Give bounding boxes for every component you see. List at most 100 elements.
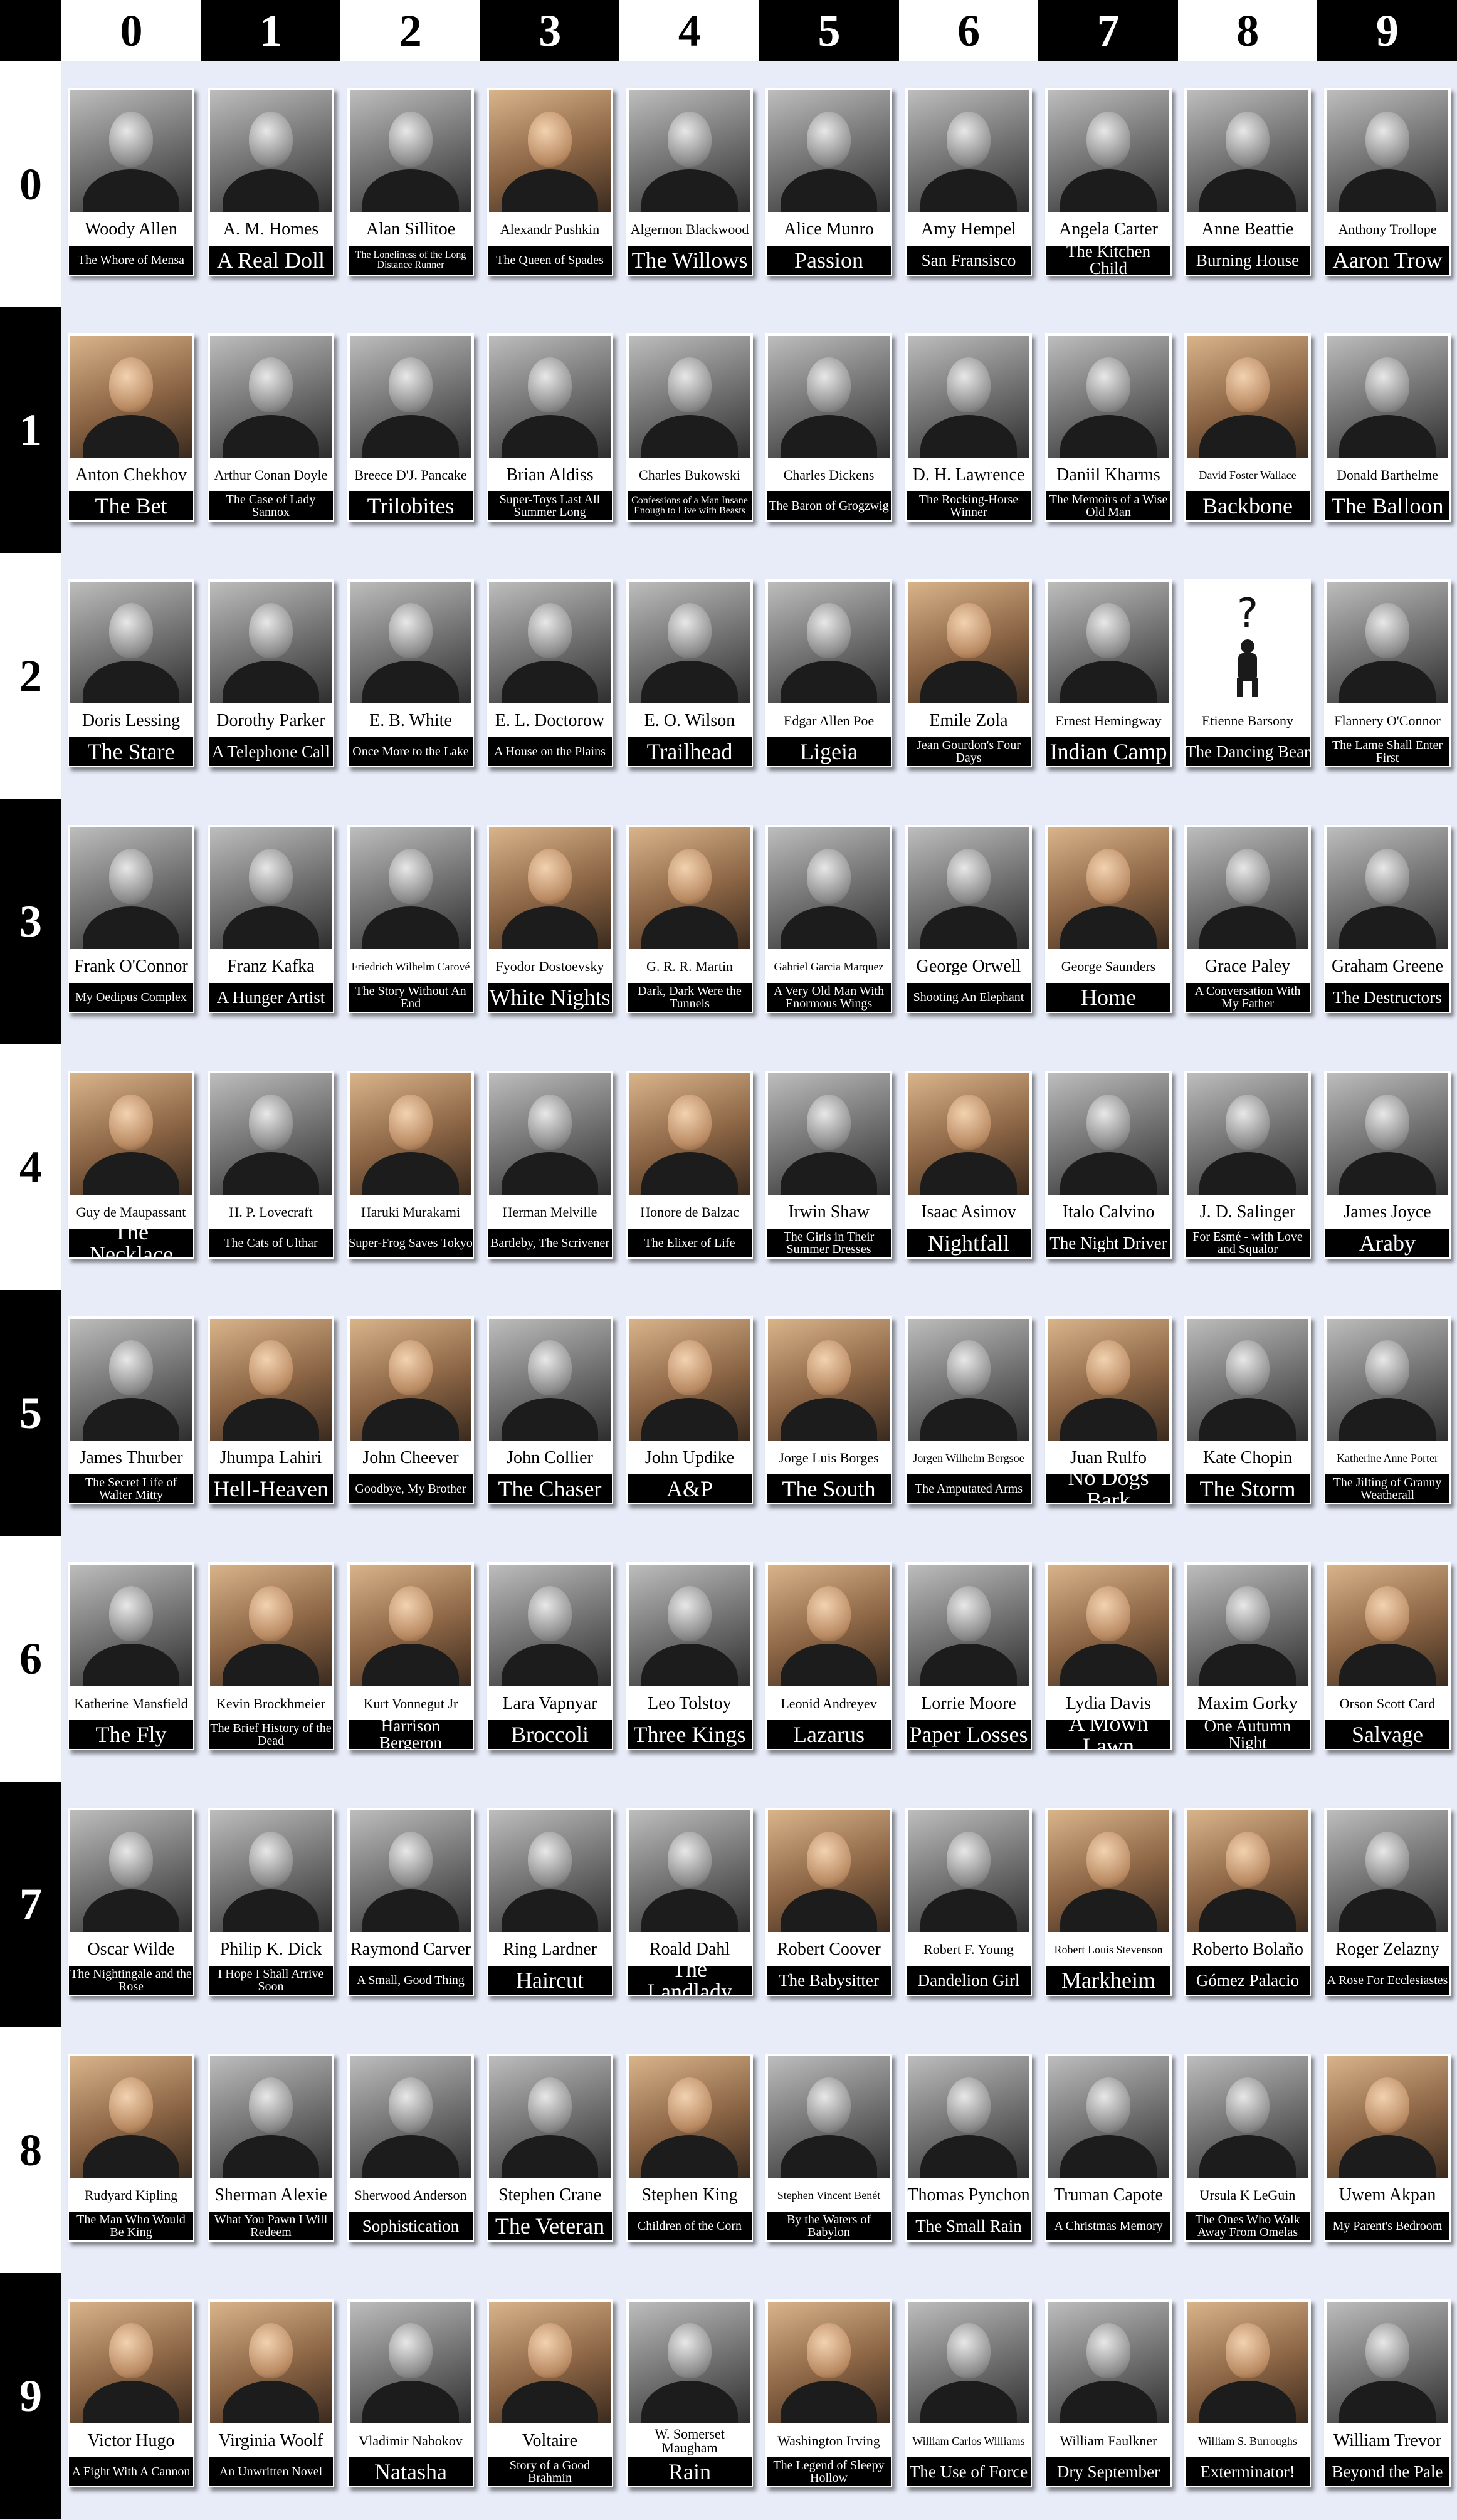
author-card[interactable]: Jhumpa Lahiri Hell-Heaven xyxy=(208,1316,334,1504)
author-card[interactable]: Angela Carter The Kitchen Child xyxy=(1045,88,1172,276)
author-card[interactable]: Isaac Asimov Nightfall xyxy=(905,1071,1032,1259)
author-card[interactable]: Stephen Vincent Benét By the Waters of Ba… xyxy=(765,2054,892,2242)
author-card[interactable]: A. M. Homes A Real Doll xyxy=(208,88,334,276)
author-card[interactable]: Dorothy Parker A Telephone Call xyxy=(208,579,334,767)
author-card[interactable]: Frank O'Connor My Oedipus Complex xyxy=(68,825,194,1013)
author-card[interactable]: George Saunders Home xyxy=(1045,825,1172,1013)
author-card[interactable]: Woody Allen The Whore of Mensa xyxy=(68,88,194,276)
author-card[interactable]: Breece D'J. Pancake Trilobites xyxy=(347,333,474,522)
author-card[interactable]: Charles Dickens The Baron of Grogzwig xyxy=(765,333,892,522)
author-card[interactable]: Truman Capote A Christmas Memory xyxy=(1045,2054,1172,2242)
author-card[interactable]: James Thurber The Secret Life of Walter M… xyxy=(68,1316,194,1504)
author-card[interactable]: H. P. Lovecraft The Cats of Ulthar xyxy=(208,1071,334,1259)
author-card[interactable]: D. H. Lawrence The Rocking-Horse Winner xyxy=(905,333,1032,522)
author-card[interactable]: William Trevor Beyond the Pale xyxy=(1324,2299,1451,2487)
author-card[interactable]: Robert F. Young Dandelion Girl xyxy=(905,1808,1032,1996)
author-card[interactable]: Kevin Brockhmeier The Brief History of th… xyxy=(208,1562,334,1750)
author-card[interactable]: Kurt Vonnegut Jr Harrison Bergeron xyxy=(347,1562,474,1750)
author-card[interactable]: Victor Hugo A Fight With A Cannon xyxy=(68,2299,194,2487)
author-card[interactable]: Irwin Shaw The Girls in Their Summer Dres… xyxy=(765,1071,892,1259)
author-card[interactable]: Juan Rulfo No Dogs Bark xyxy=(1045,1316,1172,1504)
author-card[interactable]: Alexandr Pushkin The Queen of Spades xyxy=(487,88,613,276)
author-card[interactable]: Italo Calvino The Night Driver xyxy=(1045,1071,1172,1259)
author-card[interactable]: Katherine Anne Porter The Jilting of Gran… xyxy=(1324,1316,1451,1504)
author-card[interactable]: Katherine Mansfield The Fly xyxy=(68,1562,194,1750)
author-card[interactable]: Rudyard Kipling The Man Who Would Be King xyxy=(68,2054,194,2242)
author-card[interactable]: Algernon Blackwood The Willows xyxy=(626,88,753,276)
author-card[interactable]: Flannery O'Connor The Lame Shall Enter Fi… xyxy=(1324,579,1451,767)
author-card[interactable]: Uwem Akpan My Parent's Bedroom xyxy=(1324,2054,1451,2242)
author-card[interactable]: Guy de Maupassant The Necklace xyxy=(68,1071,194,1259)
author-card[interactable]: David Foster Wallace Backbone xyxy=(1184,333,1311,522)
author-card[interactable]: Lara Vapnyar Broccoli xyxy=(487,1562,613,1750)
author-card[interactable]: Orson Scott Card Salvage xyxy=(1324,1562,1451,1750)
author-card[interactable]: George Orwell Shooting An Elephant xyxy=(905,825,1032,1013)
author-card[interactable]: Thomas Pynchon The Small Rain xyxy=(905,2054,1032,2242)
author-card[interactable]: Stephen Crane The Veteran xyxy=(487,2054,613,2242)
author-card[interactable]: E. B. White Once More to the Lake xyxy=(347,579,474,767)
author-card[interactable]: Emile Zola Jean Gourdon's Four Days xyxy=(905,579,1032,767)
author-card[interactable]: Fyodor Dostoevsky White Nights xyxy=(487,825,613,1013)
author-card[interactable]: Ernest Hemingway Indian Camp xyxy=(1045,579,1172,767)
author-card[interactable]: ? Etienne Barsony The Dancing Bear xyxy=(1184,579,1311,767)
author-card[interactable]: Donald Barthelme The Balloon xyxy=(1324,333,1451,522)
author-card[interactable]: Leonid Andreyev Lazarus xyxy=(765,1562,892,1750)
author-card[interactable]: Alice Munro Passion xyxy=(765,88,892,276)
author-card[interactable]: Charles Bukowski Confessions of a Man Ins… xyxy=(626,333,753,522)
author-card[interactable]: Ring Lardner Haircut xyxy=(487,1808,613,1996)
author-card[interactable]: Herman Melville Bartleby, The Scrivener xyxy=(487,1071,613,1259)
author-card[interactable]: Roald Dahl The Landlady xyxy=(626,1808,753,1996)
author-card[interactable]: Edgar Allen Poe Ligeia xyxy=(765,579,892,767)
author-card[interactable]: Lorrie Moore Paper Losses xyxy=(905,1562,1032,1750)
author-card[interactable]: Kate Chopin The Storm xyxy=(1184,1316,1311,1504)
author-card[interactable]: E. L. Doctorow A House on the Plains xyxy=(487,579,613,767)
author-card[interactable]: Arthur Conan Doyle The Case of Lady Sanno… xyxy=(208,333,334,522)
author-card[interactable]: John Updike A&P xyxy=(626,1316,753,1504)
author-card[interactable]: Brian Aldiss Super-Toys Last All Summer L… xyxy=(487,333,613,522)
author-card[interactable]: Haruki Murakami Super-Frog Saves Tokyo xyxy=(347,1071,474,1259)
author-card[interactable]: Anton Chekhov The Bet xyxy=(68,333,194,522)
author-card[interactable]: James Joyce Araby xyxy=(1324,1071,1451,1259)
author-card[interactable]: Robert Coover The Babysitter xyxy=(765,1808,892,1996)
author-card[interactable]: Honore de Balzac The Elixer of Life xyxy=(626,1071,753,1259)
author-card[interactable]: Alan Sillitoe The Loneliness of the Long … xyxy=(347,88,474,276)
author-card[interactable]: William Carlos Williams The Use of Force xyxy=(905,2299,1032,2487)
author-card[interactable]: Doris Lessing The Stare xyxy=(68,579,194,767)
author-card[interactable]: John Collier The Chaser xyxy=(487,1316,613,1504)
author-card[interactable]: Robert Louis Stevenson Markheim xyxy=(1045,1808,1172,1996)
author-card[interactable]: Graham Greene The Destructors xyxy=(1324,825,1451,1013)
author-card[interactable]: Sherman Alexie What You Pawn I Will Redee… xyxy=(208,2054,334,2242)
author-card[interactable]: Voltaire Story of a Good Brahmin xyxy=(487,2299,613,2487)
author-card[interactable]: Lydia Davis A Mown Lawn xyxy=(1045,1562,1172,1750)
author-card[interactable]: Daniil Kharms The Memoirs of a Wise Old M… xyxy=(1045,333,1172,522)
author-card[interactable]: Jorge Luis Borges The South xyxy=(765,1316,892,1504)
author-card[interactable]: Raymond Carver A Small, Good Thing xyxy=(347,1808,474,1996)
author-card[interactable]: Oscar Wilde The Nightingale and the Rose xyxy=(68,1808,194,1996)
author-card[interactable]: John Cheever Goodbye, My Brother xyxy=(347,1316,474,1504)
author-card[interactable]: Stephen King Children of the Corn xyxy=(626,2054,753,2242)
author-card[interactable]: W. Somerset Maugham Rain xyxy=(626,2299,753,2487)
author-card[interactable]: Leo Tolstoy Three Kings xyxy=(626,1562,753,1750)
author-card[interactable]: William S. Burroughs Exterminator! xyxy=(1184,2299,1311,2487)
author-card[interactable]: Washington Irving The Legend of Sleepy Ho… xyxy=(765,2299,892,2487)
author-card[interactable]: Maxim Gorky One Autumn Night xyxy=(1184,1562,1311,1750)
author-card[interactable]: Roger Zelazny A Rose For Ecclesiastes xyxy=(1324,1808,1451,1996)
author-card[interactable]: Philip K. Dick I Hope I Shall Arrive Soon xyxy=(208,1808,334,1996)
author-card[interactable]: Virginia Woolf An Unwritten Novel xyxy=(208,2299,334,2487)
author-card[interactable]: William Faulkner Dry September xyxy=(1045,2299,1172,2487)
author-card[interactable]: Anthony Trollope Aaron Trow xyxy=(1324,88,1451,276)
author-card[interactable]: Vladimir Nabokov Natasha xyxy=(347,2299,474,2487)
author-card[interactable]: Gabriel Garcia Marquez A Very Old Man Wit… xyxy=(765,825,892,1013)
author-card[interactable]: Roberto Bolaño Gómez Palacio xyxy=(1184,1808,1311,1996)
author-card[interactable]: E. O. Wilson Trailhead xyxy=(626,579,753,767)
author-card[interactable]: Anne Beattie Burning House xyxy=(1184,88,1311,276)
author-card[interactable]: G. R. R. Martin Dark, Dark Were the Tunne… xyxy=(626,825,753,1013)
author-card[interactable]: Amy Hempel San Fransisco xyxy=(905,88,1032,276)
author-card[interactable]: J. D. Salinger For Esmé - with Love and S… xyxy=(1184,1071,1311,1259)
author-card[interactable]: Sherwood Anderson Sophistication xyxy=(347,2054,474,2242)
author-card[interactable]: Jorgen Wilhelm Bergsoe The Amputated Arms xyxy=(905,1316,1032,1504)
author-card[interactable]: Ursula K LeGuin The Ones Who Walk Away Fr… xyxy=(1184,2054,1311,2242)
author-card[interactable]: Grace Paley A Conversation With My Father xyxy=(1184,825,1311,1013)
author-card[interactable]: Franz Kafka A Hunger Artist xyxy=(208,825,334,1013)
author-card[interactable]: Friedrich Wilhelm Carové The Story Withou… xyxy=(347,825,474,1013)
